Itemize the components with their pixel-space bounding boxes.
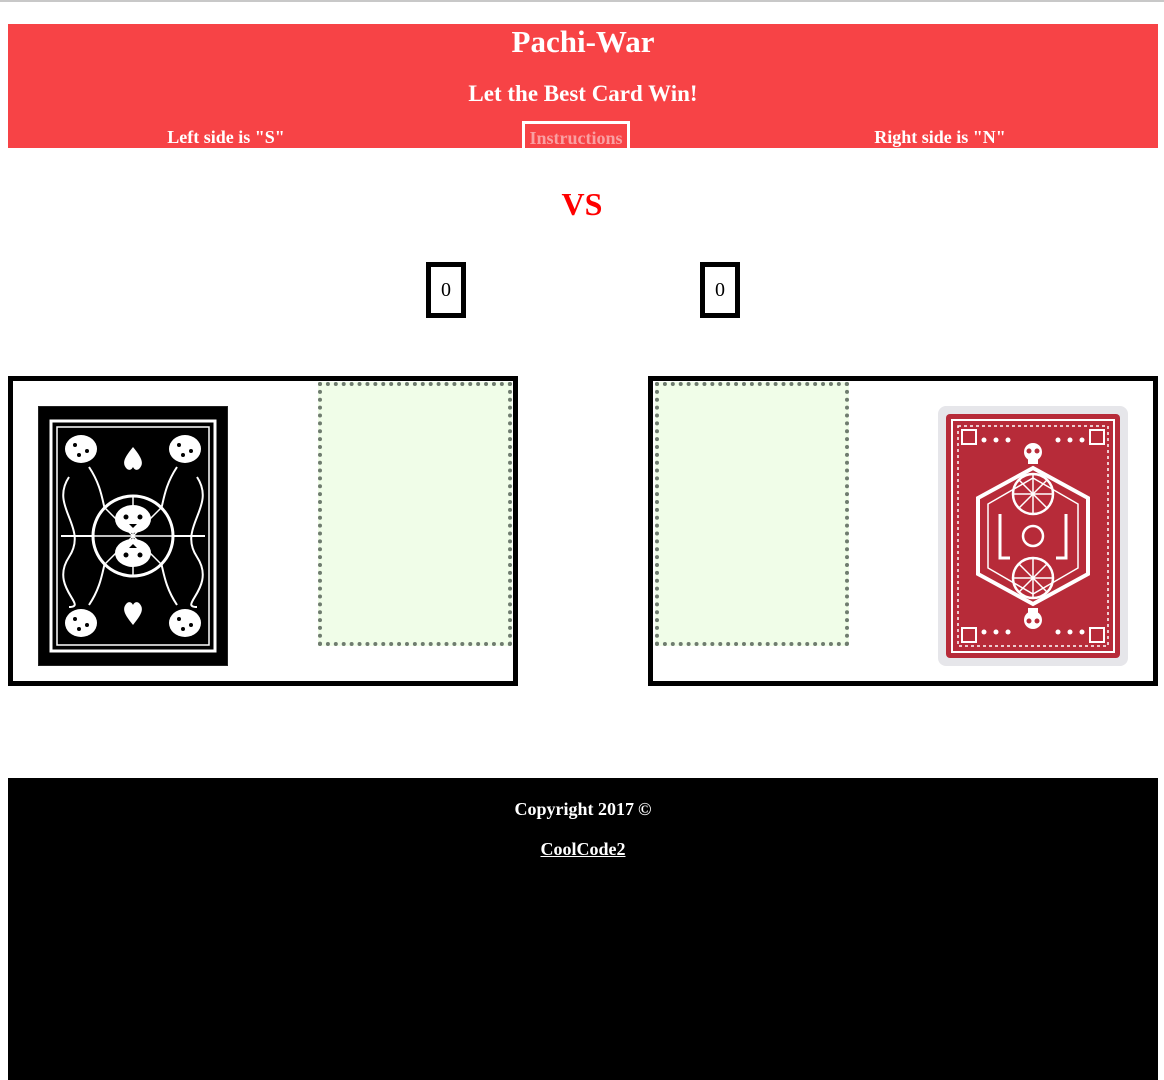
left-deck-card-back[interactable] [38, 406, 228, 666]
left-score-box: 0 [426, 262, 466, 318]
browser-top-border [0, 0, 1164, 2]
vs-label: VS [561, 186, 603, 222]
right-card-drop-zone[interactable] [655, 382, 849, 646]
skull-card-back-icon [946, 414, 1120, 658]
copyright-label: Copyright 2017 [514, 799, 635, 819]
page-header: Pachi-War Let the Best Card Win! Left si… [8, 24, 1158, 148]
right-side-label: Right side is "N" [874, 127, 1006, 147]
right-deck-card-back[interactable] [938, 406, 1128, 666]
coolcode2-link[interactable]: CoolCode2 [541, 839, 626, 859]
page-footer: Copyright 2017 © CoolCode2 [8, 778, 1158, 1080]
footer-link-row: CoolCode2 [8, 837, 1158, 861]
copyright-symbol: © [638, 799, 652, 819]
right-play-area [648, 376, 1158, 686]
copyright-text: Copyright 2017 © [8, 797, 1158, 821]
instructions-button[interactable]: Instructions [522, 121, 630, 148]
right-score-box: 0 [700, 262, 740, 318]
left-play-area [8, 376, 518, 686]
left-side-label: Left side is "S" [167, 127, 285, 147]
page-subtitle: Let the Best Card Win! [468, 81, 698, 106]
page-title: Pachi-War [511, 24, 655, 59]
left-card-drop-zone[interactable] [318, 382, 512, 646]
cheetah-card-back-icon [39, 407, 227, 665]
